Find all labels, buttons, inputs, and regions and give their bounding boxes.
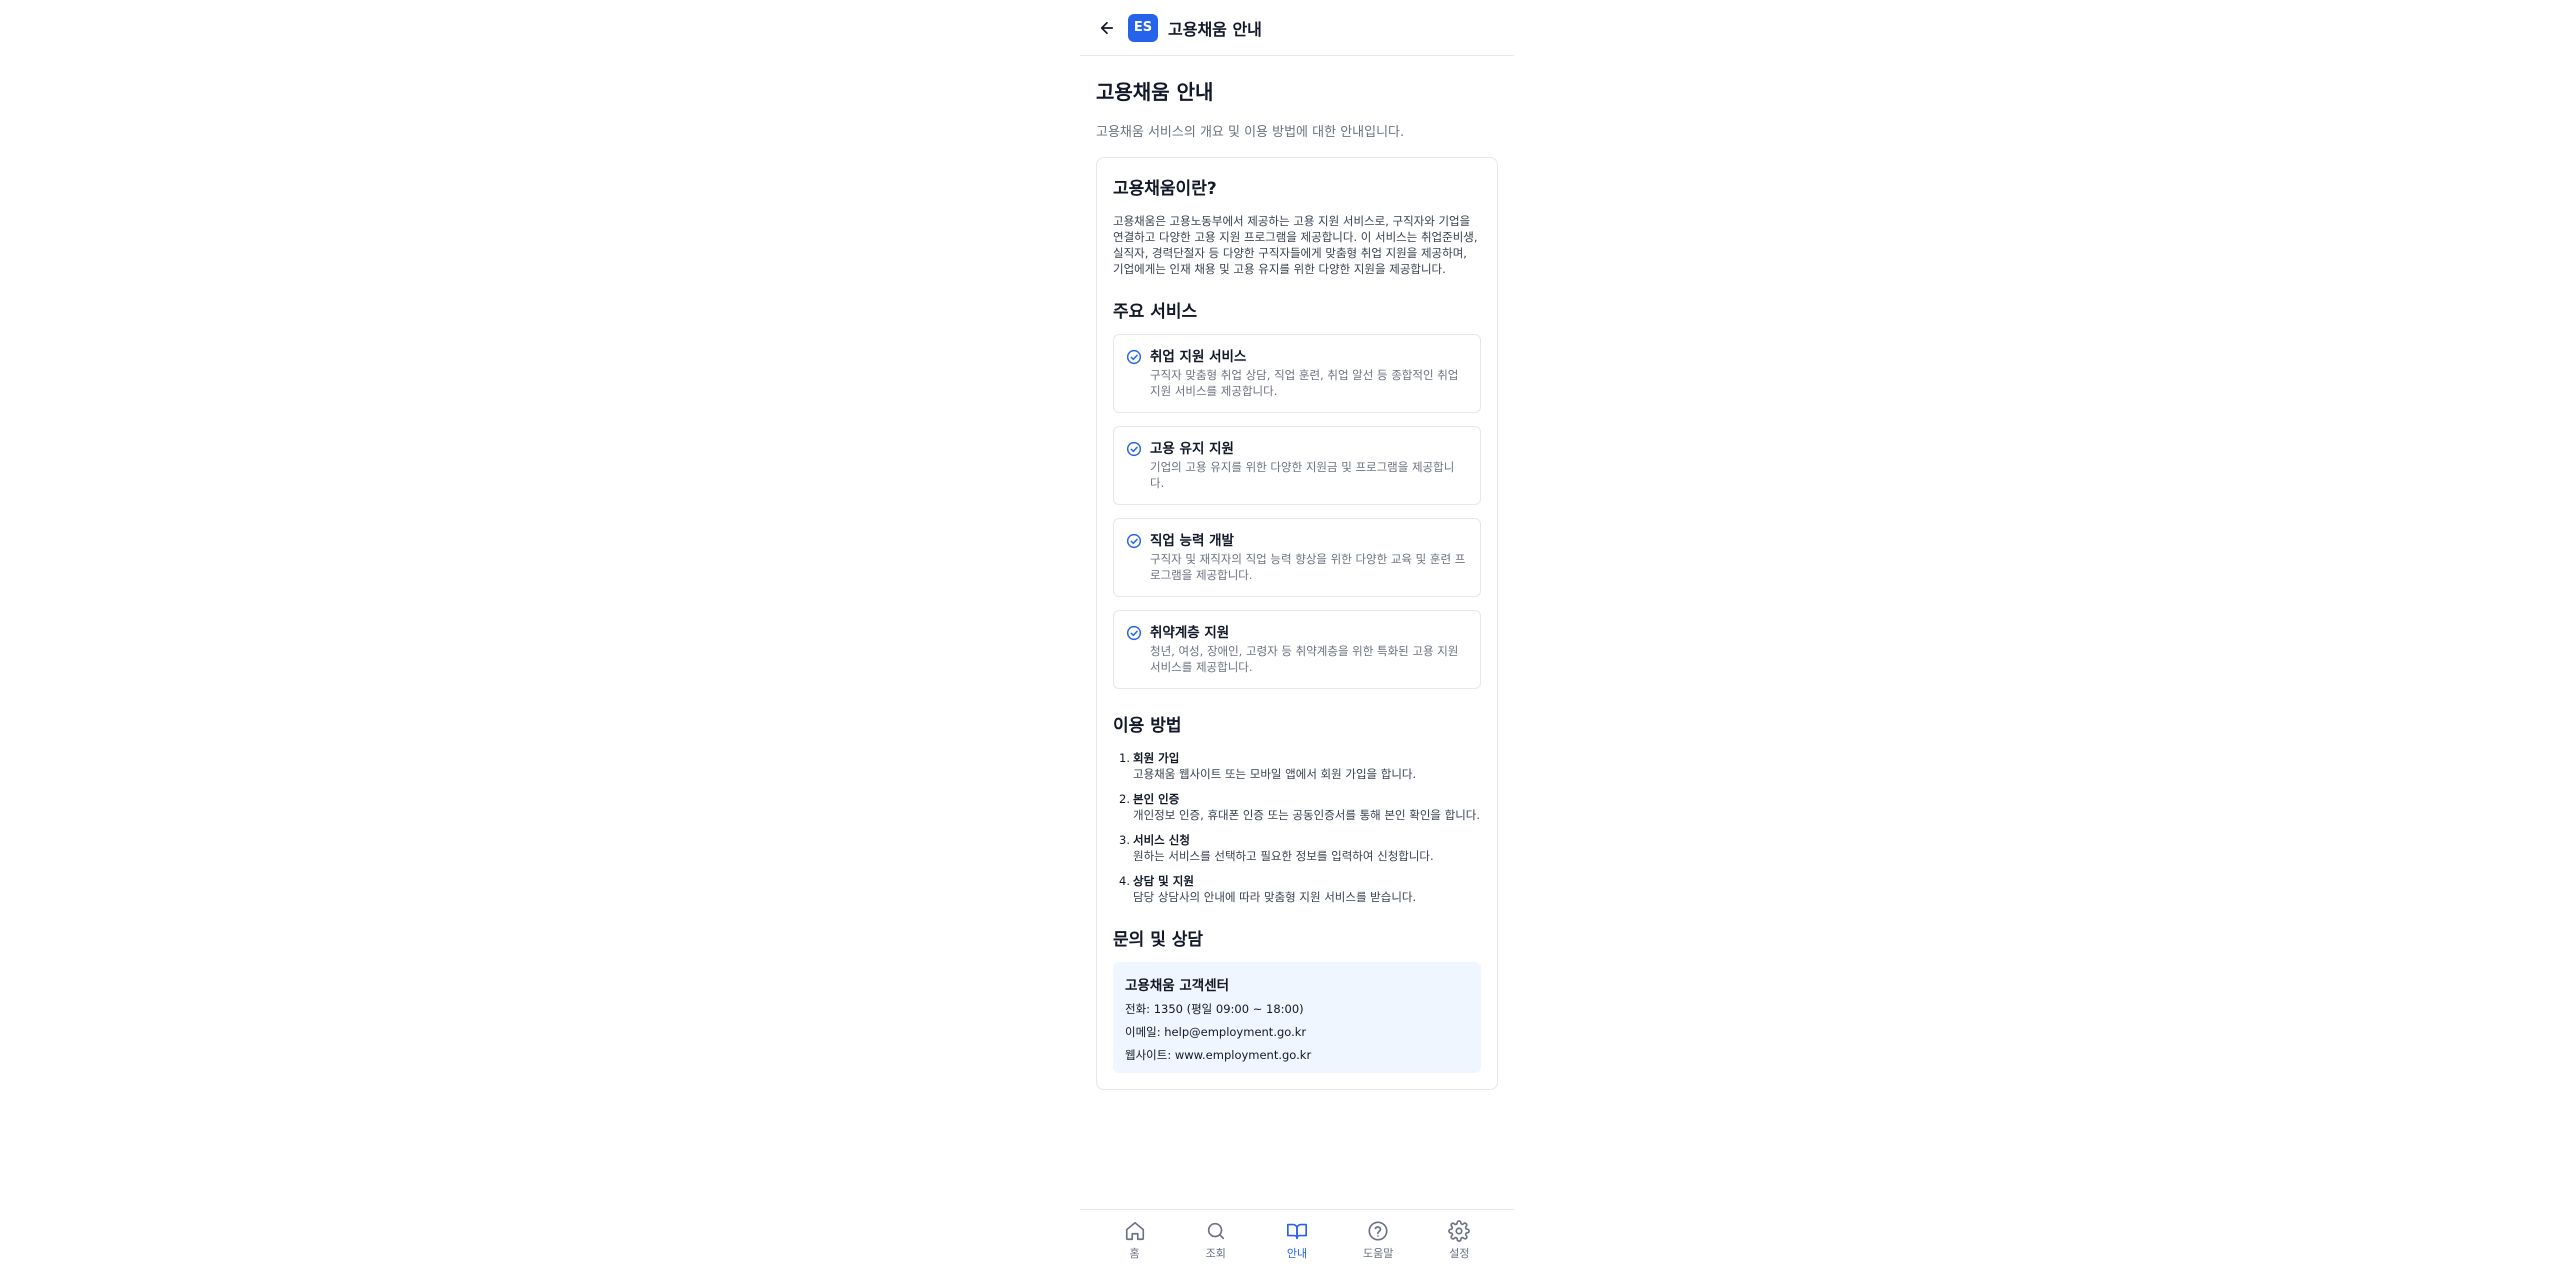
service-item: 취업 지원 서비스 구직자 맞춤형 취업 상담, 직업 훈련, 취업 알선 등 … <box>1113 334 1481 413</box>
step-desc: 원하는 서비스를 선택하고 필요한 정보를 입력하여 신청합니다. <box>1133 849 1434 863</box>
step-desc: 고용채움 웹사이트 또는 모바일 앱에서 회원 가입을 합니다. <box>1133 767 1417 781</box>
usage-step: 4. 상담 및 지원 담당 상담사의 안내에 따라 맞춤형 지원 서비스를 받습… <box>1113 873 1481 905</box>
nav-item-settings[interactable]: 설정 <box>1429 1220 1489 1261</box>
nav-label: 설정 <box>1449 1247 1470 1260</box>
guide-card: 고용채움이란? 고용채움은 고용노동부에서 제공하는 고용 지원 서비스로, 구… <box>1096 157 1498 1090</box>
step-desc: 담당 상담사의 안내에 따라 맞춤형 지원 서비스를 받습니다. <box>1133 890 1417 904</box>
step-number: 3. <box>1119 833 1130 847</box>
search-icon <box>1207 1222 1224 1240</box>
contact-title: 문의 및 상담 <box>1113 930 1204 950</box>
step-number: 4. <box>1119 874 1130 888</box>
page-subtitle: 고용채움 서비스의 개요 및 이용 방법에 대한 안내입니다. <box>1096 125 1405 140</box>
usage-step: 2. 본인 인증 개인정보 인증, 휴대폰 인증 또는 공동인증서를 통해 본인… <box>1113 791 1481 823</box>
nav-item-guide[interactable]: 안내 <box>1267 1220 1327 1261</box>
intro-text: 고용채움은 고용노동부에서 제공하는 고용 지원 서비스로, 구직자와 기업을 … <box>1113 214 1478 276</box>
service-name: 고용 유지 지원 <box>1150 441 1234 457</box>
contact-website: 웹사이트: www.employment.go.kr <box>1125 1048 1312 1062</box>
settings-icon <box>1448 1220 1471 1242</box>
nav-label: 도움말 <box>1362 1247 1394 1260</box>
help-icon <box>1368 1221 1388 1241</box>
service-item: 고용 유지 지원 기업의 고용 유지를 위한 다양한 지원금 및 프로그램을 제… <box>1113 426 1481 505</box>
arrow-left-icon <box>1100 21 1114 34</box>
app-header: ES 고용채움 안내 <box>1080 0 1514 56</box>
usage-steps: 1. 회원 가입 고용채움 웹사이트 또는 모바일 앱에서 회원 가입을 합니다… <box>1113 750 1481 905</box>
home-icon <box>1125 1221 1144 1241</box>
contact-box: 고용채움 고객센터 전화: 1350 (평일 09:00 ~ 18:00) 이메… <box>1113 962 1481 1073</box>
nav-label: 조회 <box>1205 1247 1226 1260</box>
service-name: 직업 능력 개발 <box>1150 533 1234 549</box>
step-name: 상담 및 지원 <box>1133 874 1194 888</box>
app-logo: ES <box>1128 13 1158 42</box>
bottom-nav: 홈 조회 안내 도움말 설정 <box>1080 1209 1514 1271</box>
nav-label: 홈 <box>1129 1247 1140 1260</box>
services-title: 주요 서비스 <box>1113 302 1198 322</box>
service-desc: 청년, 여성, 장애인, 고령자 등 취약계층을 위한 특화된 고용 지원 서비… <box>1150 644 1459 674</box>
app-container: ES 고용채움 안내 고용채움 안내 고용채움 서비스의 개요 및 이용 방법에… <box>1080 0 1514 1271</box>
service-name: 취약계층 지원 <box>1150 625 1230 641</box>
step-name: 본인 인증 <box>1133 792 1180 806</box>
page-title: 고용채움 안내 <box>1096 80 1214 104</box>
nav-item-help[interactable]: 도움말 <box>1348 1220 1408 1261</box>
service-name: 취업 지원 서비스 <box>1150 349 1247 365</box>
check-circle-icon <box>1126 441 1142 457</box>
step-number: 2. <box>1119 792 1130 806</box>
step-name: 서비스 신청 <box>1133 833 1190 847</box>
contact-name: 고용채움 고객센터 <box>1125 978 1230 994</box>
nav-item-home[interactable]: 홈 <box>1105 1220 1165 1261</box>
header-title: 고용채움 안내 <box>1168 19 1262 39</box>
service-desc: 구직자 및 재직자의 직업 능력 향상을 위한 다양한 교육 및 훈련 프로그램… <box>1150 552 1466 582</box>
usage-step: 3. 서비스 신청 원하는 서비스를 선택하고 필요한 정보를 입력하여 신청합… <box>1113 832 1481 864</box>
service-item: 취약계층 지원 청년, 여성, 장애인, 고령자 등 취약계층을 위한 특화된 … <box>1113 610 1481 689</box>
contact-phone: 전화: 1350 (평일 09:00 ~ 18:00) <box>1125 1002 1304 1016</box>
service-list: 취업 지원 서비스 구직자 맞춤형 취업 상담, 직업 훈련, 취업 알선 등 … <box>1113 334 1481 689</box>
step-name: 회원 가입 <box>1133 751 1180 765</box>
check-circle-icon <box>1126 533 1142 549</box>
check-circle-icon <box>1126 349 1142 365</box>
step-desc: 개인정보 인증, 휴대폰 인증 또는 공동인증서를 통해 본인 확인을 합니다. <box>1133 808 1481 822</box>
nav-label: 안내 <box>1286 1247 1308 1260</box>
nav-item-search[interactable]: 조회 <box>1186 1220 1246 1261</box>
back-button[interactable] <box>1096 17 1118 39</box>
main-content: 고용채움 안내 고용채움 서비스의 개요 및 이용 방법에 대한 안내입니다. … <box>1080 56 1514 1090</box>
usage-title: 이용 방법 <box>1113 716 1182 736</box>
check-circle-icon <box>1126 625 1142 641</box>
book-icon <box>1286 1223 1307 1240</box>
service-desc: 기업의 고용 유지를 위한 다양한 지원금 및 프로그램을 제공합니다. <box>1150 460 1455 490</box>
service-item: 직업 능력 개발 구직자 및 재직자의 직업 능력 향상을 위한 다양한 교육 … <box>1113 518 1481 597</box>
step-number: 1. <box>1119 751 1130 765</box>
service-desc: 구직자 맞춤형 취업 상담, 직업 훈련, 취업 알선 등 종합적인 취업 지원… <box>1150 368 1459 398</box>
intro-title: 고용채움이란? <box>1113 179 1217 199</box>
usage-step: 1. 회원 가입 고용채움 웹사이트 또는 모바일 앱에서 회원 가입을 합니다… <box>1113 750 1481 782</box>
contact-email: 이메일: help@employment.go.kr <box>1125 1025 1307 1039</box>
